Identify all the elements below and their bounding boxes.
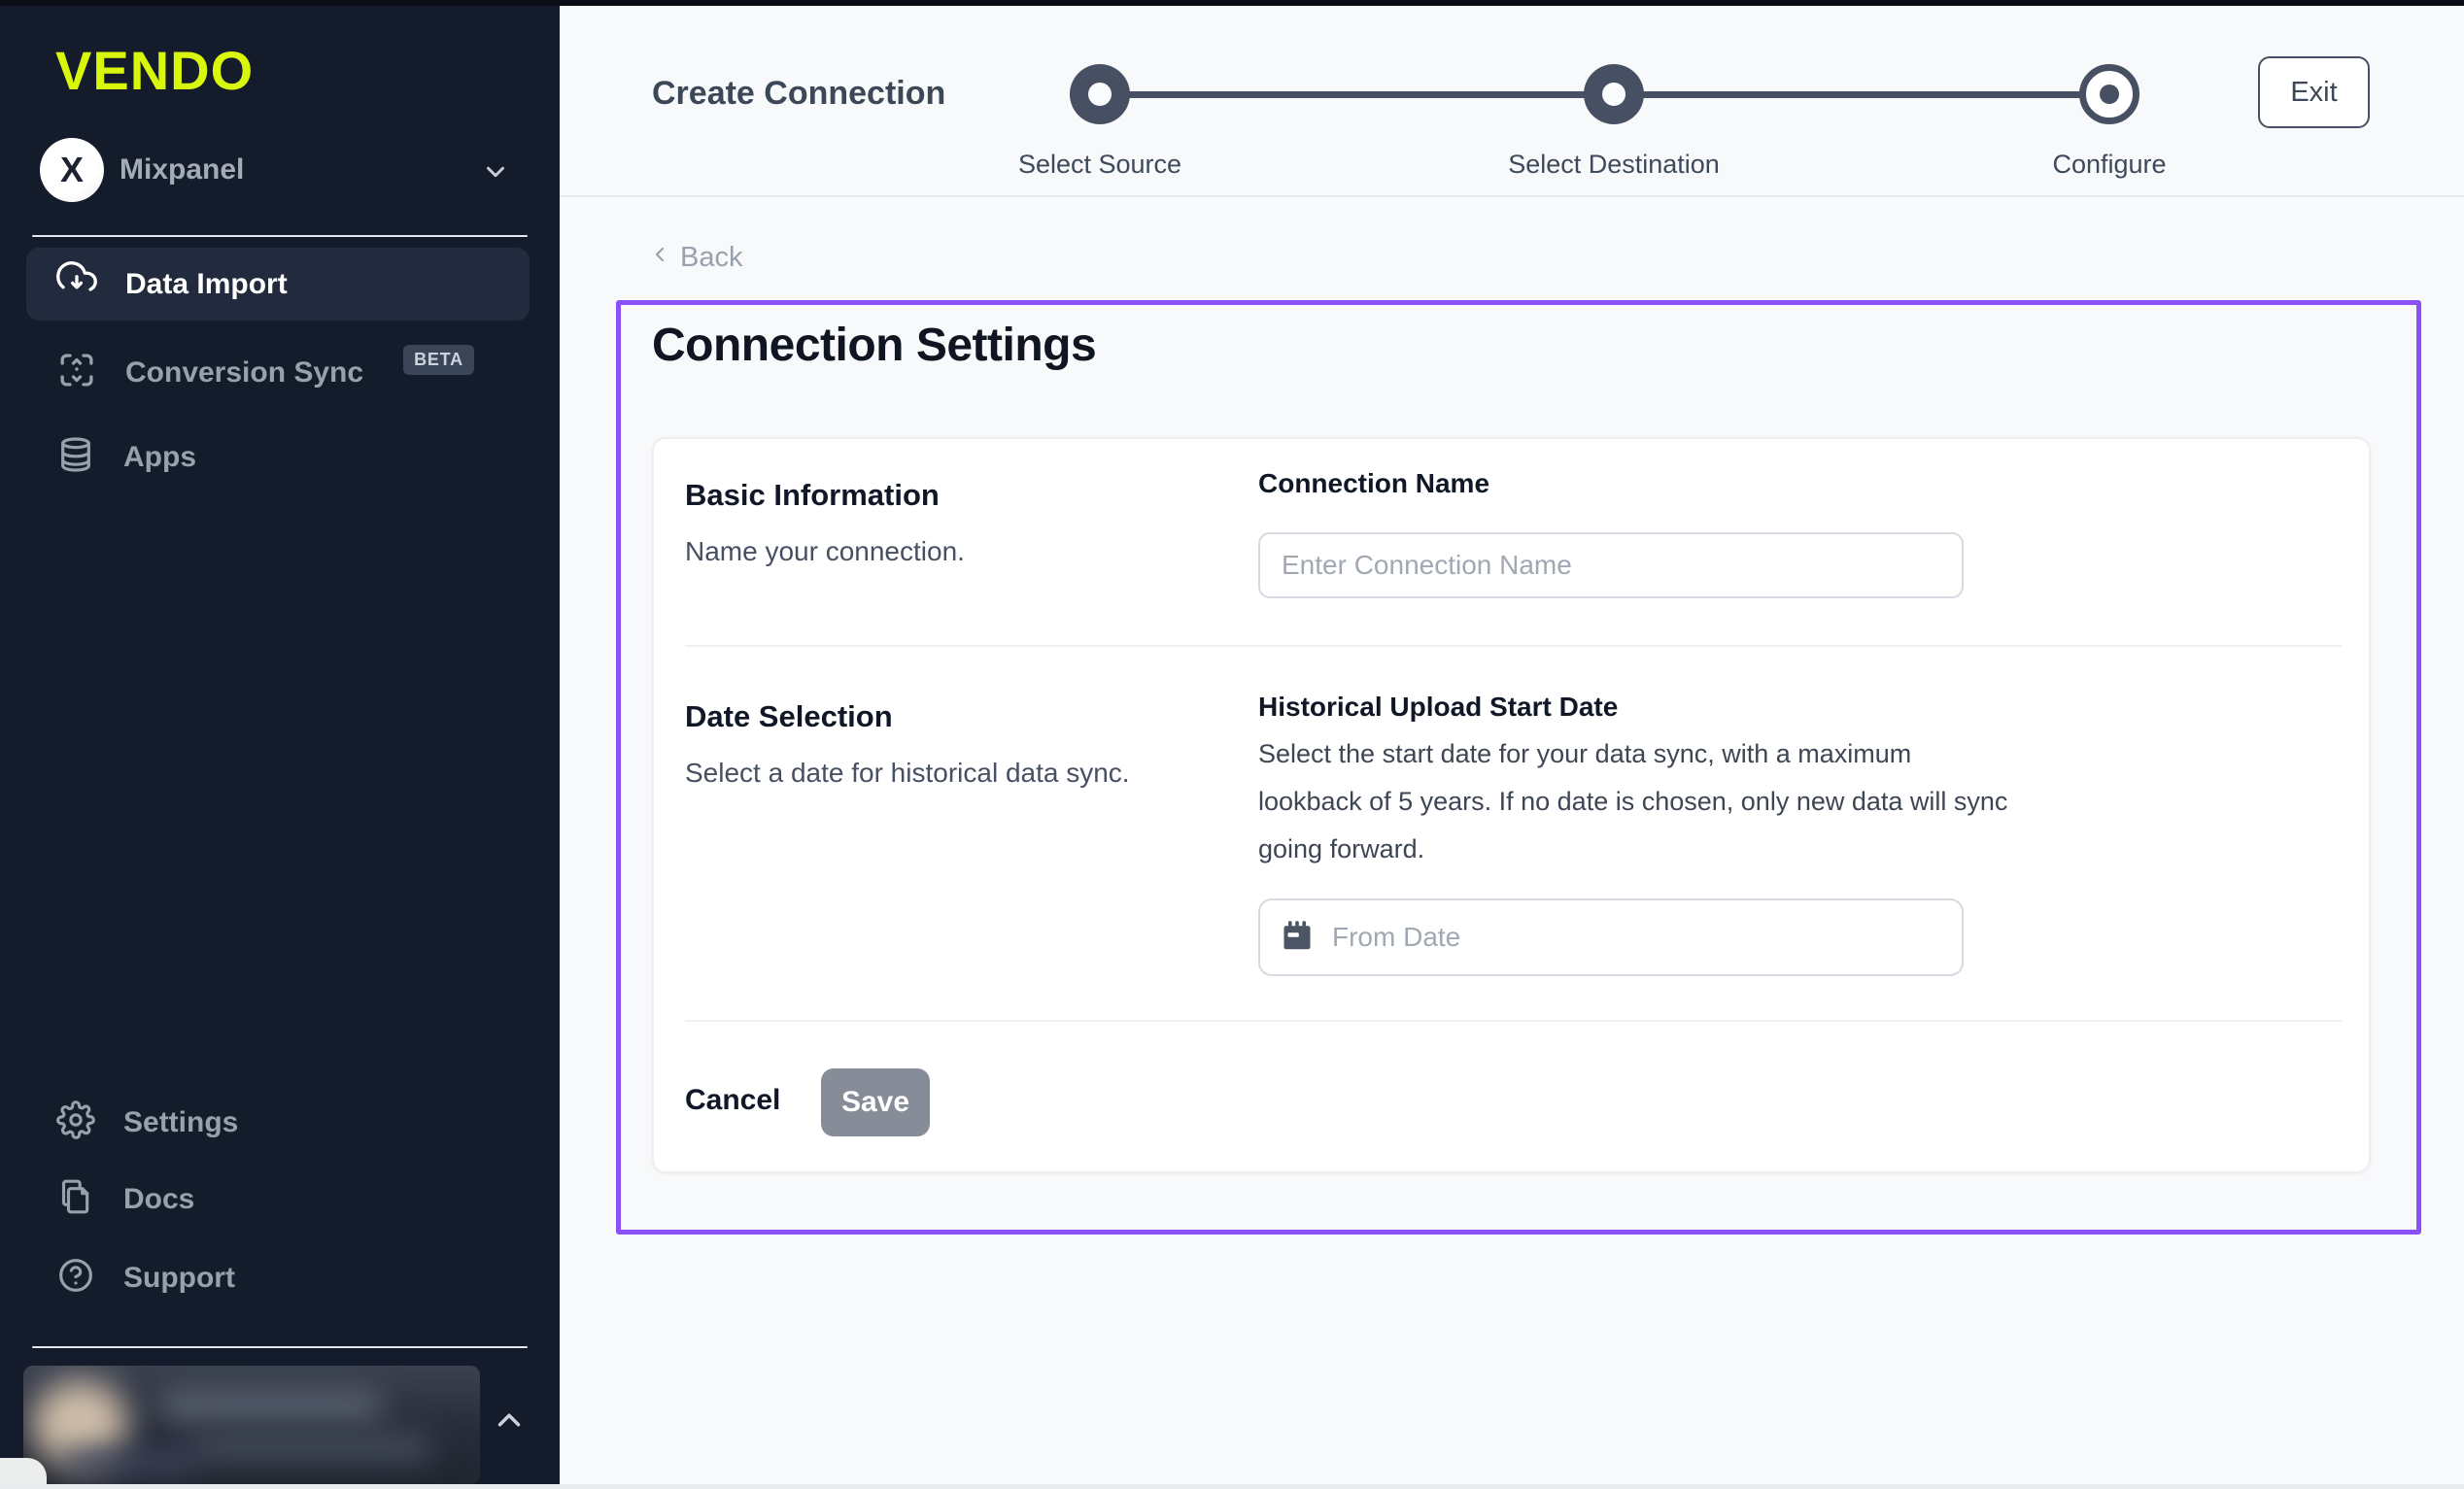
user-info-redacted <box>62 1449 198 1474</box>
beta-badge: BETA <box>403 345 474 375</box>
user-name-redacted <box>159 1391 383 1420</box>
from-date-placeholder: From Date <box>1332 922 1460 953</box>
wizard-title: Create Connection <box>652 75 945 113</box>
exit-button[interactable]: Exit <box>2258 56 2370 128</box>
historical-upload-start-date-label: Historical Upload Start Date <box>1258 692 1618 723</box>
workspace-switcher[interactable]: X Mixpanel <box>39 136 525 204</box>
historical-upload-description: Select the start date for your data sync… <box>1258 730 2016 873</box>
connection-name-input[interactable] <box>1258 532 1964 598</box>
user-email-redacted <box>188 1434 431 1461</box>
basic-information-title: Basic Information <box>685 478 940 513</box>
cancel-button[interactable]: Cancel <box>685 1084 780 1117</box>
settings-card: Basic Information Name your connection. … <box>652 437 2371 1173</box>
help-circle-icon <box>56 1256 95 1300</box>
chevron-up-icon[interactable] <box>491 1402 528 1443</box>
page-title: Connection Settings <box>652 319 1096 372</box>
basic-information-description: Name your connection. <box>685 536 965 567</box>
connection-settings-panel: Connection Settings Basic Information Na… <box>616 300 2421 1235</box>
sidebar-item-label: Data Import <box>125 268 288 301</box>
sidebar-divider <box>32 235 528 237</box>
sidebar-item-data-import[interactable]: Data Import <box>26 248 530 321</box>
window-bottom-edge <box>0 1484 2464 1489</box>
vendo-logo: VENDO <box>55 39 254 102</box>
date-selection-title: Date Selection <box>685 699 893 734</box>
calendar-icon <box>1280 918 1315 958</box>
stepper-connector <box>1642 91 2081 98</box>
documents-icon <box>56 1177 95 1221</box>
conversion-sync-icon <box>56 350 97 395</box>
sidebar-item-label: Settings <box>123 1106 238 1139</box>
step-label: Configure <box>1934 150 2284 180</box>
step-node-configure <box>2079 64 2139 124</box>
workspace-name: Mixpanel <box>120 153 244 186</box>
wizard-header: Create Connection Select Source Select D… <box>560 6 2464 197</box>
step-label: Select Source <box>925 150 1275 180</box>
sidebar-item-label: Conversion Sync <box>125 356 363 389</box>
date-selection-description: Select a date for historical data sync. <box>685 758 1130 789</box>
sidebar-divider <box>32 1346 528 1348</box>
window-top-edge <box>0 0 2464 6</box>
chevron-left-icon <box>649 242 672 274</box>
chevron-down-icon <box>481 157 510 191</box>
sidebar-item-docs[interactable]: Docs <box>26 1163 530 1235</box>
from-date-input[interactable]: From Date <box>1258 898 1964 976</box>
mixpanel-logo-icon: X <box>40 138 104 202</box>
sidebar-item-support[interactable]: Support <box>26 1241 530 1314</box>
sidebar-item-settings[interactable]: Settings <box>26 1086 530 1159</box>
sidebar-item-label: Apps <box>123 441 196 474</box>
step-label: Select Destination <box>1439 150 1789 180</box>
connection-name-label: Connection Name <box>1258 468 1489 499</box>
cloud-download-icon <box>56 261 97 307</box>
sidebar-item-label: Support <box>123 1262 235 1295</box>
gear-icon <box>56 1100 95 1144</box>
sidebar-item-conversion-sync[interactable]: Conversion Sync BETA <box>26 336 530 409</box>
back-label: Back <box>680 242 742 274</box>
user-account-card[interactable] <box>23 1366 480 1484</box>
main-area: Create Connection Select Source Select D… <box>560 6 2464 1489</box>
section-divider <box>685 645 2342 647</box>
step-node-select-destination <box>1584 64 1644 124</box>
sidebar-item-apps[interactable]: Apps <box>26 421 530 493</box>
sidebar-item-label: Docs <box>123 1183 194 1216</box>
step-node-select-source <box>1070 64 1130 124</box>
database-icon <box>56 434 95 480</box>
save-button[interactable]: Save <box>821 1068 930 1136</box>
section-divider <box>685 1020 2342 1022</box>
sidebar: VENDO X Mixpanel Data Import Conversion … <box>0 0 560 1489</box>
stepper-connector <box>1128 91 1586 98</box>
wizard-content: Back Connection Settings Basic Informati… <box>560 199 2464 1489</box>
back-link[interactable]: Back <box>649 242 742 274</box>
